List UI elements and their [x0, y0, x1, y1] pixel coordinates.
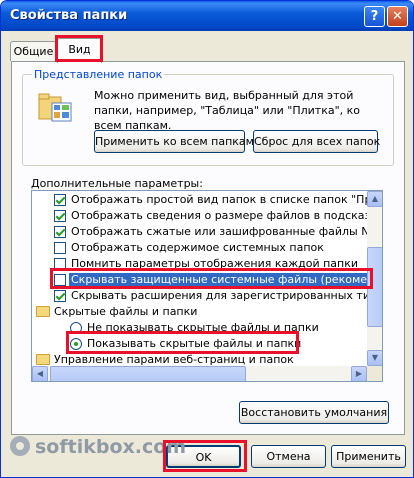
watermark-logo: softikbox.com [10, 436, 186, 458]
watermark-circle-icon [10, 436, 30, 456]
scroll-left-button[interactable]: ◀ [32, 366, 48, 381]
checkbox-unchecked-icon[interactable] [54, 258, 66, 270]
scrollbar-corner [367, 366, 382, 381]
list-checkbox-option[interactable]: Скрывать расширения для зарегистрированн… [32, 288, 368, 304]
watermark-text: softikbox.com [35, 436, 187, 458]
list-checkbox-option[interactable]: Отображать сведения о размере файлов в п… [32, 208, 368, 224]
list-item-label: Помнить параметры отображения каждой пап… [71, 257, 359, 270]
scroll-right-button[interactable]: ▶ [351, 366, 367, 381]
cancel-button[interactable]: Отмена [251, 445, 326, 468]
advanced-settings-list[interactable]: Отображать простой вид папок в списке па… [31, 190, 383, 382]
panel-content: Представление папок Можно применить вид,… [0, 0, 414, 478]
checkbox-checked-icon[interactable] [54, 194, 66, 206]
list-item-label: Отображать простой вид папок в списке па… [71, 193, 368, 206]
list-checkbox-option[interactable]: Помнить параметры отображения каждой пап… [32, 256, 368, 272]
folder-view-group-label: Представление папок [32, 68, 165, 81]
list-checkbox-option[interactable]: Отображать сжатые или зашифрованные файл… [32, 224, 368, 240]
highlight-frame-view-tab [55, 35, 103, 62]
list-checkbox-option[interactable]: Скрывать защищенные системные файлы (рек… [32, 272, 368, 288]
folder-view-icon [38, 93, 72, 122]
horizontal-scroll-thumb[interactable] [50, 366, 246, 381]
checkbox-checked-icon[interactable] [54, 210, 66, 222]
list-item-label: Скрытые файлы и папки [54, 305, 198, 318]
folder-view-description: Можно применить вид, выбранный для этой … [94, 89, 361, 132]
list-radio-option[interactable]: Не показывать скрытые файлы и папки [32, 320, 368, 336]
apply-to-all-folders-button[interactable]: Применить ко всем папкам [94, 130, 254, 153]
list-item-label: Управление парами веб-страниц и папок [54, 353, 294, 366]
list-item-label: Показывать скрытые файлы и папки [87, 337, 302, 350]
list-checkbox-option[interactable]: Отображать простой вид папок в списке па… [32, 192, 368, 208]
checkbox-unchecked-icon[interactable] [54, 242, 66, 254]
restore-defaults-button[interactable]: Восстановить умолчания [239, 401, 389, 424]
apply-button[interactable]: Применить [331, 445, 406, 468]
list-item-label: Скрывать расширения для зарегистрированн… [71, 289, 368, 302]
list-item-label: Не показывать скрытые файлы и папки [87, 321, 319, 334]
folder-icon [36, 306, 50, 317]
scroll-down-button[interactable]: ▼ [367, 350, 382, 366]
checkbox-checked-icon[interactable] [54, 226, 66, 238]
list-radio-option[interactable]: Показывать скрытые файлы и папки [32, 336, 368, 352]
checkbox-checked-icon[interactable] [54, 290, 66, 302]
horizontal-scrollbar[interactable]: ◀ ▶ [32, 366, 367, 381]
reset-all-folders-button[interactable]: Сброс для всех папок [253, 130, 380, 153]
list-item-label: Отображать сжатые или зашифрованные файл… [71, 225, 368, 238]
list-folder-group[interactable]: Скрытые файлы и папки [32, 304, 368, 320]
folder-icon [36, 354, 50, 365]
list-item-label: Скрывать защищенные системные файлы (рек… [69, 273, 368, 286]
list-item-label: Отображать сведения о размере файлов в п… [71, 209, 368, 222]
radio-selected-icon[interactable] [70, 338, 82, 350]
vertical-scroll-thumb[interactable] [367, 247, 382, 327]
scroll-up-button[interactable]: ▲ [367, 191, 382, 207]
vertical-scrollbar[interactable]: ▲ ▼ [367, 191, 382, 366]
checkbox-unchecked-icon[interactable] [54, 274, 66, 286]
radio-unselected-icon[interactable] [70, 322, 82, 334]
list-item-label: Отображать содержимое системных папок [71, 241, 324, 254]
advanced-settings-label: Дополнительные параметры: [31, 177, 203, 190]
list-checkbox-option[interactable]: Отображать содержимое системных папок [32, 240, 368, 256]
